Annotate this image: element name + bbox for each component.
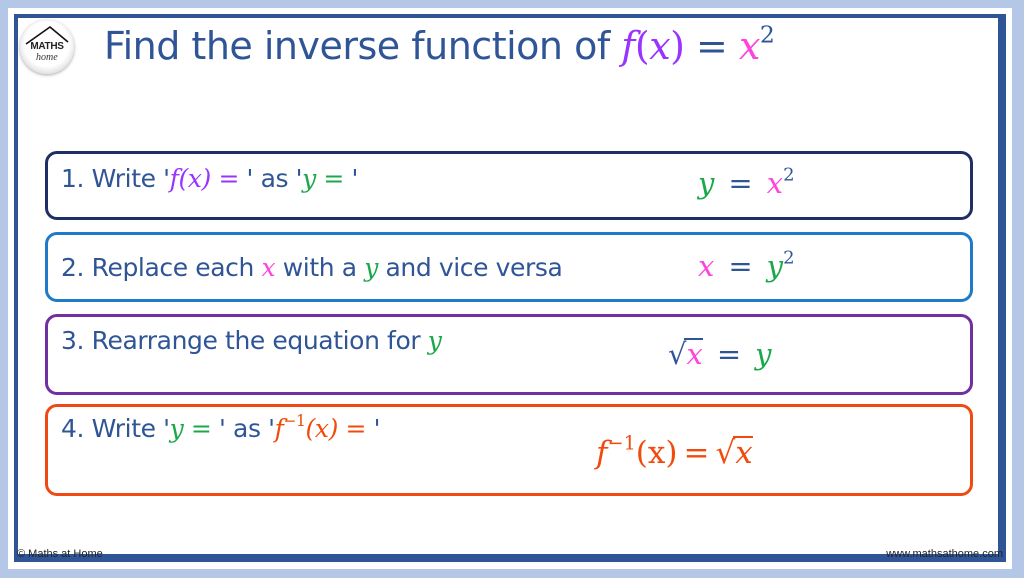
maths-at-home-logo: MATHS home (20, 20, 74, 74)
step-1-label: 1. Write 'f(x) = ' as 'y = ' (61, 164, 358, 193)
label-y: y (427, 326, 442, 355)
copyright-text: © Maths at Home (17, 548, 103, 560)
eq-radicand: x (733, 435, 753, 471)
label-y: y (364, 253, 378, 282)
title-paren-close: ) (670, 24, 685, 68)
step-1-equation: y = x2 (698, 166, 795, 200)
step-3-box: 3. Rearrange the equation for y √x = y (45, 314, 973, 395)
eq-rhs: y (755, 337, 772, 371)
label-y: y = (302, 164, 344, 193)
eq-lhs: x (698, 249, 715, 283)
eq-equals: = (728, 166, 753, 200)
label-text: with a (275, 253, 365, 282)
step-4-equation: f−1(x) = √x (596, 431, 753, 471)
title-text: Find the inverse function of (104, 24, 622, 68)
logo-maths-text: MATHS (30, 41, 64, 52)
label-of-x: (x) = (305, 414, 367, 443)
square-root-icon: √x (668, 337, 703, 371)
label-x: x (261, 253, 276, 282)
eq-inverse-exp: −1 (607, 431, 636, 455)
label-text: ' (343, 164, 359, 193)
label-f-of-x: f(x) = (169, 164, 240, 193)
website-link[interactable]: www.mathsathome.com (886, 548, 1003, 560)
step-number: 4. (61, 414, 85, 443)
eq-equals: = (728, 249, 753, 283)
label-text: ' (366, 414, 381, 443)
label-text: Write ' (91, 164, 170, 193)
step-2-label: 2. Replace each x with a y and vice vers… (61, 253, 563, 282)
square-root-icon: √x (715, 435, 753, 471)
title-f: f (621, 24, 635, 68)
eq-rhs-base: y (766, 249, 784, 283)
eq-arg: (x) (635, 435, 678, 471)
label-y: y = (169, 414, 212, 443)
title-x: x (649, 24, 671, 68)
step-4-label: 4. Write 'y = ' as 'f−1(x) = ' (61, 412, 381, 443)
step-3-equation: √x = y (668, 337, 772, 371)
page-title: Find the inverse function of f(x) = x2 (104, 20, 775, 68)
title-equals: = (684, 24, 739, 68)
label-text: and vice versa (377, 253, 563, 282)
eq-rhs-base: x (766, 166, 784, 200)
title-rhs-exp: 2 (759, 20, 775, 49)
title-rhs-base: x (738, 24, 760, 68)
step-number: 3. (61, 326, 85, 355)
step-1-box: 1. Write 'f(x) = ' as 'y = ' y = x2 (45, 151, 973, 220)
step-2-box: 2. Replace each x with a y and vice vers… (45, 232, 973, 302)
label-text: ' as ' (239, 164, 303, 193)
title-paren-open: ( (634, 24, 650, 68)
step-number: 2. (61, 253, 85, 282)
eq-equals: = (683, 435, 710, 471)
eq-lhs: y (698, 166, 715, 200)
eq-f: f (596, 435, 608, 471)
step-3-label: 3. Rearrange the equation for y (61, 326, 442, 355)
label-text: Write ' (91, 414, 170, 443)
label-text: Rearrange the equation for (91, 326, 428, 355)
eq-rhs-exp: 2 (783, 164, 795, 186)
label-text: ' as ' (211, 414, 275, 443)
label-text: Replace each (91, 253, 262, 282)
step-2-equation: x = y2 (698, 249, 795, 283)
step-4-box: 4. Write 'y = ' as 'f−1(x) = ' f−1(x) = √x (45, 404, 973, 496)
label-inverse-exp: −1 (283, 412, 306, 431)
eq-rhs-exp: 2 (783, 247, 795, 269)
step-number: 1. (61, 164, 85, 193)
eq-radicand: x (684, 337, 703, 371)
eq-equals: = (716, 337, 742, 371)
logo-home-text: home (36, 52, 58, 63)
